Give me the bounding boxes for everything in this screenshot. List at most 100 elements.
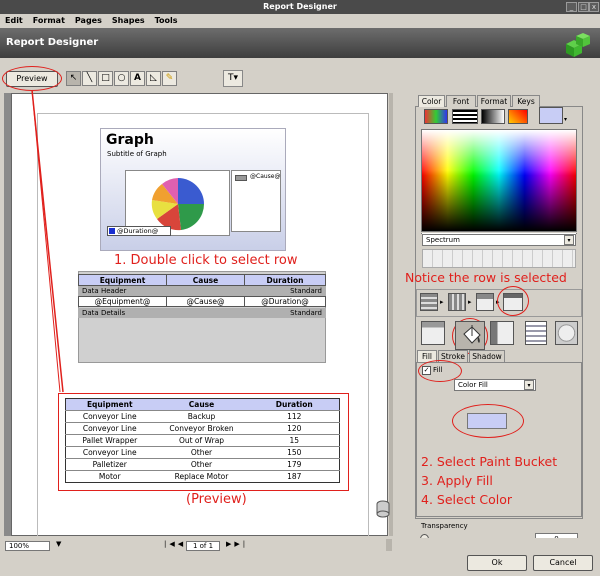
pencil-tool-icon[interactable]: ✎ [162,71,177,86]
table-row: Conveyor Line Backup 112 [65,410,340,423]
chevron-down-icon[interactable]: ▾ [564,235,574,245]
polygon-tool-icon[interactable]: ◺ [146,71,161,86]
table-cell: Replace Motor [174,472,229,481]
band-icon[interactable] [476,293,494,311]
grayscale-mode-icon[interactable] [481,109,505,124]
list-format-icon[interactable] [525,321,547,345]
design-detail-table[interactable]: @Equipment@ @Cause@ @Duration@ [78,296,326,307]
fill-checkbox[interactable]: ✓ [422,366,431,375]
table-cell: 187 [287,472,302,481]
fill-type-value: Color Fill [458,381,488,389]
design-table[interactable]: Equipment Cause Duration [78,274,326,286]
preview-table: Equipment Cause Duration Conveyor Line B… [65,398,340,483]
database-icon[interactable] [376,500,390,518]
preview-highlight-ellipse [2,66,62,91]
fill-checkbox-label: Fill [433,366,443,374]
table-header-row: Equipment Cause Duration [65,398,340,411]
field-cell: @Equipment@ [78,296,167,307]
zoom-dropdown-icon[interactable]: ▼ [56,540,61,548]
custom-colors-row[interactable] [422,249,576,268]
graph-subtitle: Subtitle of Graph [107,150,167,158]
duration-field: @Duration@ [107,226,171,236]
report-icon[interactable] [420,293,438,311]
table-row: Motor Replace Motor 187 [65,470,340,483]
rectangle-tool-icon[interactable]: □ [98,71,113,86]
header-cell: Duration [275,400,313,409]
gauge-icon[interactable] [555,321,578,345]
menu-pages[interactable]: Pages [75,14,102,28]
table-icon[interactable] [448,293,466,311]
chevron-down-icon[interactable]: ▾ [524,380,534,390]
canvas-bottom-bar [0,538,600,550]
annotation-step-2: 2. Select Paint Bucket [421,454,558,469]
pointer-tool-icon[interactable]: ↖ [66,71,81,86]
minimize-icon[interactable]: _ [566,2,577,12]
annotation-step-4: 4. Select Color [421,492,513,507]
cell-format-icon[interactable] [421,321,445,345]
data-header-band[interactable]: Data Header Standard [78,286,326,296]
row-highlight-ellipse [497,286,529,316]
cubes-logo-icon [566,33,590,57]
close-icon[interactable]: x [589,2,599,12]
table-cell: Palletizer [92,460,127,469]
tab-shadow[interactable]: Shadow [469,350,505,362]
scroll-corner [386,539,392,551]
annotation-preview: (Preview) [186,492,247,507]
fill-color-swatch[interactable] [467,413,507,429]
text-frame-tool-icon[interactable]: T▾ [223,70,243,87]
graph-component[interactable]: Graph Subtitle of Graph @Cause@ @Duratio… [100,128,286,251]
data-details-band[interactable]: Data Details Standard [78,308,326,318]
paint-bucket-button[interactable] [455,321,485,350]
chevron-down-icon[interactable]: ▾ [564,116,567,123]
menu-format[interactable]: Format [33,14,65,28]
fill-type-select[interactable]: Color Fill ▾ [454,379,536,391]
table-row: Pallet Wrapper Out of Wrap 15 [65,434,340,447]
arrow-right-icon: ▸ [440,298,444,306]
header-cell: Cause [188,400,215,409]
next-last-page-icons[interactable]: ▶▶| [226,540,248,548]
text-tool-icon[interactable]: A [130,71,145,86]
transparency-label: Transparency [421,522,468,530]
table-cell: Motor [98,472,121,481]
recent-colors-icon[interactable] [508,109,528,124]
zoom-field[interactable]: 100% [5,541,50,551]
annotation-step-3: 3. Apply Fill [421,473,493,488]
table-cell: Conveyor Line [82,448,137,457]
page-margin-guide [37,113,369,114]
legend-swatch [109,228,115,234]
header-cell: Equipment [86,400,133,409]
menu-shapes[interactable]: Shapes [112,14,145,28]
spectrum-select[interactable]: Spectrum ▾ [422,234,576,246]
menu-edit[interactable]: Edit [5,14,23,28]
color-spectrum-picker[interactable] [421,129,577,232]
band-style-label: Standard [290,287,322,295]
table-cell: Out of Wrap [178,436,225,445]
maximize-icon[interactable]: □ [578,2,589,12]
annotation-steps: 2. Select Paint Bucket 3. Apply Fill 4. … [421,452,557,509]
tab-font[interactable]: Font [446,95,476,107]
table-row[interactable]: @Equipment@ @Cause@ @Duration@ [78,296,326,307]
pie-slice [178,178,204,204]
paint-bucket-icon [463,325,481,344]
swatch-mode-icon[interactable] [452,109,478,124]
border-format-icon[interactable] [490,321,514,345]
ok-button[interactable]: Ok [467,555,527,571]
table-row: Conveyor Line Other 150 [65,446,340,459]
tab-keys[interactable]: Keys [512,95,540,107]
first-prev-page-icons[interactable]: |◀◀ [164,540,186,548]
tab-color[interactable]: Color [418,95,445,107]
palette-mode-icon[interactable] [424,109,448,124]
graph-legend: @Cause@ [231,170,281,232]
legend-label: @Cause@ [250,173,281,180]
tab-format[interactable]: Format [477,95,511,107]
field-cell: @Cause@ [166,296,245,307]
menu-tools[interactable]: Tools [155,14,178,28]
cancel-button[interactable]: Cancel [533,555,593,571]
legend-swatch [235,175,247,181]
ellipse-tool-icon[interactable]: ○ [114,71,129,86]
line-tool-icon[interactable]: ╲ [82,71,97,86]
table-header-row[interactable]: Equipment Cause Duration [78,274,326,286]
menu-bar: Edit Format Pages Shapes Tools [0,14,600,28]
page-margin-guide [368,113,369,536]
current-color-swatch[interactable] [539,107,563,124]
